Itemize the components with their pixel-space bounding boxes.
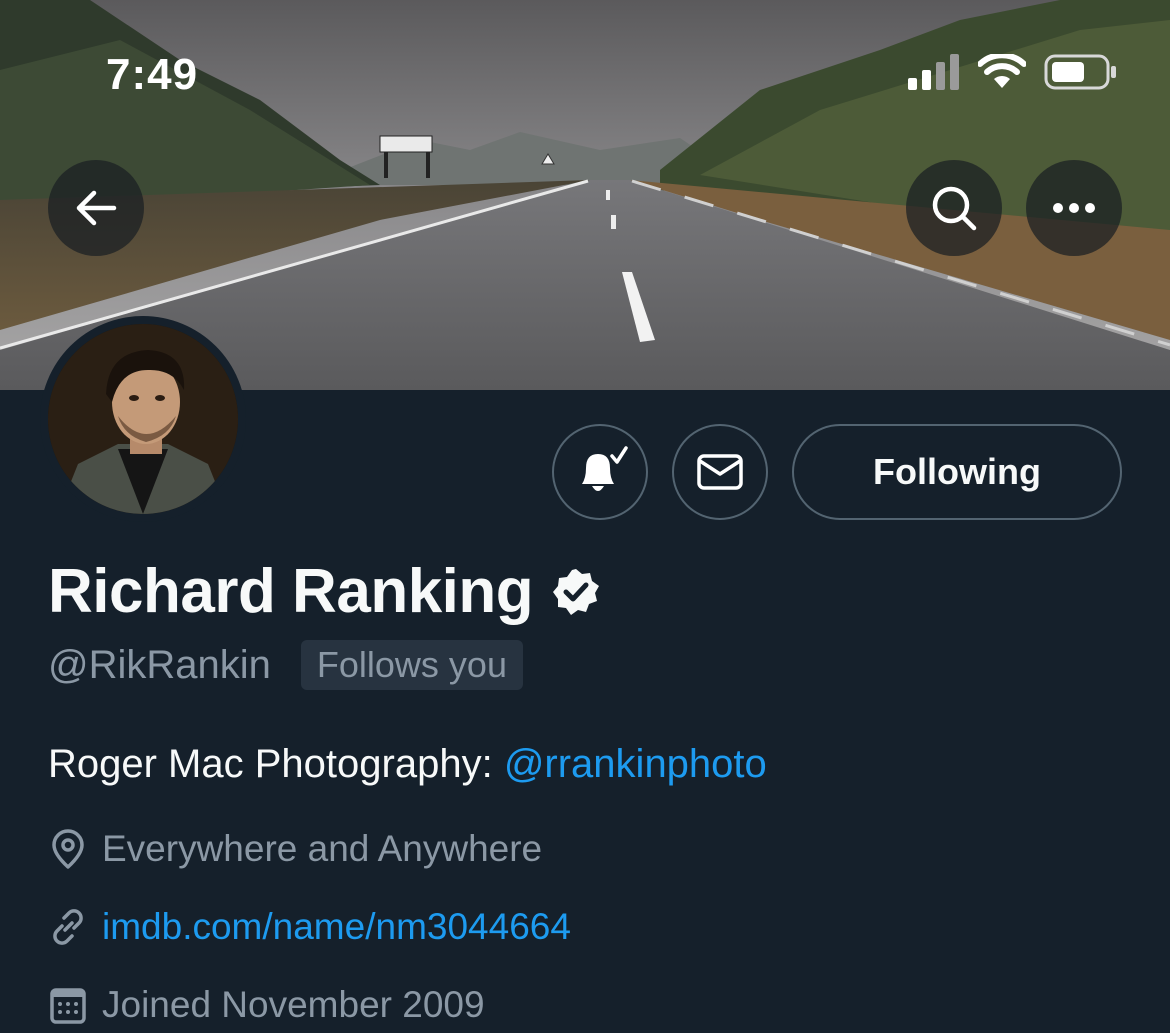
bell-subscribed-icon bbox=[582, 446, 628, 491]
back-button[interactable] bbox=[48, 160, 144, 256]
avatar[interactable] bbox=[40, 316, 246, 522]
cellular-signal-icon bbox=[908, 54, 959, 90]
location-row: Everywhere and Anywhere bbox=[48, 828, 542, 870]
profile-name-row: Richard Ranking bbox=[48, 556, 601, 627]
follows-you-badge: Follows you bbox=[300, 640, 523, 690]
location-text: Everywhere and Anywhere bbox=[102, 828, 543, 869]
profile-bio: Roger Mac Photography: @rrankinphoto bbox=[48, 742, 767, 787]
search-icon bbox=[932, 186, 977, 231]
website-link[interactable]: imdb.com/name/nm3044664 bbox=[102, 906, 571, 948]
wifi-icon bbox=[978, 54, 1026, 88]
profile-name: Richard Ranking bbox=[48, 557, 534, 626]
status-time: 7:49 bbox=[106, 50, 199, 99]
verified-badge-icon[interactable] bbox=[551, 567, 601, 617]
status-icons bbox=[908, 54, 1118, 90]
search-button[interactable] bbox=[906, 160, 1002, 256]
more-button[interactable] bbox=[1026, 160, 1122, 256]
following-button[interactable]: Following bbox=[792, 424, 1122, 520]
envelope-icon bbox=[697, 454, 743, 490]
notifications-button[interactable] bbox=[552, 424, 648, 520]
arrow-left-icon bbox=[76, 190, 117, 226]
battery-icon bbox=[1044, 54, 1116, 90]
bio-mention-link[interactable]: @rrankinphoto bbox=[504, 742, 767, 786]
calendar-icon bbox=[50, 988, 86, 1024]
message-button[interactable] bbox=[672, 424, 768, 520]
location-pin-icon bbox=[52, 829, 84, 869]
joined-row: Joined November 2009 bbox=[48, 984, 485, 1026]
more-horizontal-icon bbox=[1053, 203, 1095, 213]
handle-row: @RikRankin Follows you bbox=[48, 640, 523, 690]
bio-text: Roger Mac Photography: bbox=[48, 742, 504, 786]
link-icon bbox=[53, 909, 83, 945]
avatar-photo bbox=[48, 324, 238, 514]
profile-handle: @RikRankin bbox=[48, 642, 271, 687]
joined-text: Joined November 2009 bbox=[102, 984, 485, 1025]
website-row: imdb.com/name/nm3044664 bbox=[48, 906, 571, 948]
